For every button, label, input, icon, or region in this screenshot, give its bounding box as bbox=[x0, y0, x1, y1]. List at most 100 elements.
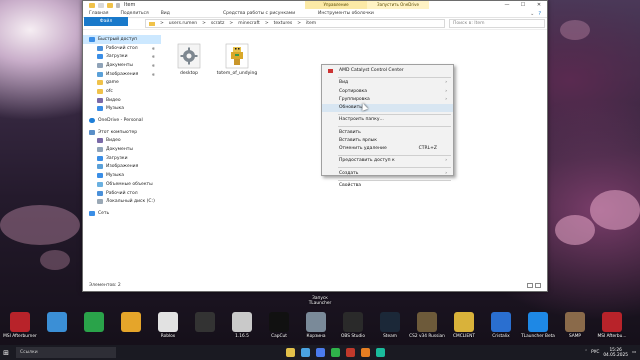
network-icon bbox=[89, 210, 95, 216]
nav-item-documents[interactable]: Документы ✱ bbox=[83, 61, 161, 70]
address-bar[interactable]: > users.rumen > scratz > minecraft > tex… bbox=[145, 19, 445, 28]
nav-pc-music[interactable]: Музыка bbox=[83, 171, 161, 180]
nav-pc-downloads[interactable]: Загрузки bbox=[83, 154, 161, 163]
clock[interactable]: 15:26 04.05.2025 bbox=[603, 348, 628, 358]
chevron-up-icon[interactable]: ˄ bbox=[585, 350, 587, 355]
minimize-button[interactable]: — bbox=[499, 1, 515, 9]
desktop-shortcut[interactable]: Steam bbox=[372, 312, 408, 339]
tab-picture-tools[interactable]: Средства работы с рисунками bbox=[223, 9, 295, 18]
nav-pc-local-disk[interactable]: Локальный диск (C:) bbox=[83, 197, 161, 206]
desktop-shortcut[interactable]: 1.16.5 bbox=[224, 312, 260, 339]
dropdown-icon[interactable] bbox=[116, 2, 120, 8]
search-placeholder: Поиск в: Item bbox=[453, 21, 485, 26]
tab-file[interactable]: Файл bbox=[84, 17, 128, 26]
desktop-shortcut[interactable]: SAMP bbox=[557, 312, 593, 339]
desktop-shortcut[interactable]: CMCLIENT bbox=[446, 312, 482, 339]
taskbar-app-icon[interactable] bbox=[286, 348, 295, 357]
nav-pc-documents[interactable]: Документы bbox=[83, 145, 161, 154]
chevron-right-icon: › bbox=[445, 170, 447, 176]
nav-item-desktop[interactable]: Рабочий стол ✱ bbox=[83, 44, 161, 53]
tab-view[interactable]: Вид bbox=[155, 9, 176, 18]
close-button[interactable]: ✕ bbox=[531, 1, 547, 9]
nav-label: Объемные объекты bbox=[106, 181, 153, 187]
taskbar-app-icon[interactable] bbox=[376, 348, 385, 357]
ribbon-tabs: Файл Главная Поделиться Вид Средства раб… bbox=[83, 9, 547, 26]
explorer-window: Item Управление Запустить OneDrive — ☐ ✕… bbox=[82, 0, 548, 292]
menu-item-sort[interactable]: Сортировка › bbox=[322, 88, 453, 96]
nav-this-pc[interactable]: Этот компьютер bbox=[83, 128, 161, 137]
chevron-down-icon[interactable]: ⌄ bbox=[530, 11, 534, 17]
taskbar-app-icon[interactable] bbox=[346, 348, 355, 357]
new-folder-icon[interactable] bbox=[107, 2, 113, 8]
address-segment[interactable]: item bbox=[306, 21, 316, 26]
menu-item-amd[interactable]: AMD Catalyst Control Center bbox=[322, 67, 453, 75]
video-icon bbox=[97, 97, 103, 103]
desktop-shortcut[interactable] bbox=[39, 312, 75, 334]
desktop-shortcut[interactable]: MSI Afterburner bbox=[2, 312, 38, 339]
menu-item-customize[interactable]: Настроить папку... bbox=[322, 116, 453, 124]
desktop-shortcut[interactable]: Roblox bbox=[150, 312, 186, 339]
nav-network[interactable]: Сеть bbox=[83, 209, 161, 218]
menu-item-paste[interactable]: Вставить bbox=[322, 129, 453, 137]
desktop-shortcut[interactable] bbox=[187, 312, 223, 334]
nav-label: Музыка bbox=[106, 106, 124, 112]
desktop-shortcut[interactable] bbox=[76, 312, 112, 334]
taskbar: ⊞ Ссылки ˄ РУС 15:26 04.05.2025 ▭ bbox=[0, 345, 640, 360]
tab-launch-onedrive[interactable]: Запустить OneDrive bbox=[367, 1, 429, 9]
menu-item-undo-delete[interactable]: Отменить удаление CTRL+Z bbox=[322, 145, 453, 153]
file-item-totem[interactable]: totem_of_undying bbox=[215, 43, 259, 76]
desktop-shortcut[interactable]: CS2 v34 Russian bbox=[409, 312, 445, 339]
language-indicator[interactable]: РУС bbox=[591, 350, 599, 355]
nav-pc-desktop[interactable]: Рабочий стол bbox=[83, 189, 161, 198]
taskbar-app-icon[interactable] bbox=[361, 348, 370, 357]
desktop-shortcut[interactable]: Cristalix bbox=[483, 312, 519, 339]
nav-item-downloads[interactable]: Загрузки ✱ bbox=[83, 52, 161, 61]
nav-pc-pictures[interactable]: Изображения bbox=[83, 163, 161, 172]
windows-start-icon[interactable]: ⊞ bbox=[0, 345, 12, 360]
address-segment[interactable]: textures bbox=[274, 21, 293, 26]
nav-item-ofc[interactable]: оfc bbox=[83, 87, 161, 96]
menu-separator bbox=[338, 76, 451, 78]
taskbar-search[interactable]: Ссылки bbox=[16, 347, 116, 358]
nav-pc-videos[interactable]: Видео bbox=[83, 137, 161, 146]
search-input[interactable]: Поиск в: Item bbox=[449, 19, 545, 28]
desktop-shortcut[interactable]: CapCut bbox=[261, 312, 297, 339]
menu-item-group[interactable]: Группировка › bbox=[322, 96, 453, 104]
desktop-shortcut[interactable]: TLauncher Beta bbox=[520, 312, 556, 339]
large-icons-view-icon[interactable] bbox=[535, 283, 541, 288]
nav-pc-3d-objects[interactable]: Объемные объекты bbox=[83, 180, 161, 189]
desktop-shortcut[interactable]: MSI Afterbu... bbox=[594, 312, 630, 339]
menu-item-paste-shortcut[interactable]: Вставить ярлык bbox=[322, 137, 453, 145]
app-icon bbox=[269, 312, 289, 332]
tab-shell-tools[interactable]: Инструменты оболочки bbox=[318, 9, 374, 18]
nav-item-pictures[interactable]: Изображения ✱ bbox=[83, 70, 161, 79]
tab-manage[interactable]: Управление bbox=[305, 1, 367, 9]
desktop-shortcut[interactable]: OBS Studio bbox=[335, 312, 371, 339]
desktop-shortcut[interactable] bbox=[113, 312, 149, 334]
taskbar-app-icon[interactable] bbox=[331, 348, 340, 357]
menu-item-new[interactable]: Создать › bbox=[322, 170, 453, 178]
desktop-icon-tlauncher-launch[interactable]: Запуск TLauncher bbox=[302, 296, 338, 306]
desktop-shortcut[interactable]: Корзина bbox=[298, 312, 334, 339]
taskbar-app-icon[interactable] bbox=[301, 348, 310, 357]
address-segment[interactable]: scratz bbox=[211, 21, 225, 26]
file-item-desktop[interactable]: desktop bbox=[167, 43, 211, 76]
properties-icon[interactable] bbox=[98, 2, 104, 8]
nav-item-music[interactable]: Музыка bbox=[83, 105, 161, 114]
help-icon[interactable]: ? bbox=[538, 11, 541, 17]
nav-quick-access[interactable]: Быстрый доступ bbox=[83, 35, 161, 44]
menu-item-properties[interactable]: Свойства bbox=[322, 182, 453, 190]
details-view-icon[interactable] bbox=[527, 283, 533, 288]
menu-item-view[interactable]: Вид › bbox=[322, 79, 453, 87]
menu-item-refresh[interactable]: Обновить bbox=[322, 103, 453, 113]
pin-icon: ✱ bbox=[151, 62, 155, 68]
nav-onedrive[interactable]: OneDrive - Personal bbox=[83, 116, 161, 125]
notification-icon[interactable]: ▭ bbox=[632, 350, 636, 355]
menu-item-share[interactable]: Предоставить доступ к › bbox=[322, 157, 453, 165]
nav-item-videos[interactable]: Видео bbox=[83, 96, 161, 105]
address-segment[interactable]: users.rumen bbox=[169, 21, 197, 26]
nav-item-game[interactable]: game bbox=[83, 78, 161, 87]
address-segment[interactable]: minecraft bbox=[238, 21, 260, 26]
taskbar-app-icon[interactable] bbox=[316, 348, 325, 357]
maximize-button[interactable]: ☐ bbox=[515, 1, 531, 9]
